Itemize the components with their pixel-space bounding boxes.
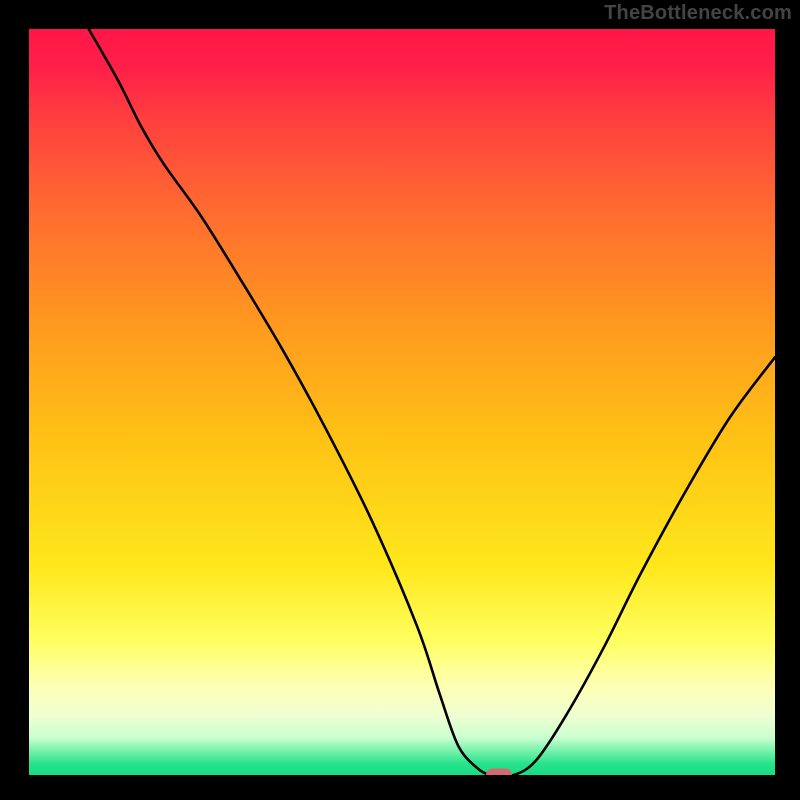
minimum-marker — [486, 769, 512, 776]
plot-area — [29, 29, 775, 775]
watermark-text: TheBottleneck.com — [604, 2, 792, 25]
chart-frame: TheBottleneck.com — [0, 0, 800, 800]
bottleneck-curve-path — [89, 29, 775, 775]
bottleneck-curve-svg — [29, 29, 775, 775]
